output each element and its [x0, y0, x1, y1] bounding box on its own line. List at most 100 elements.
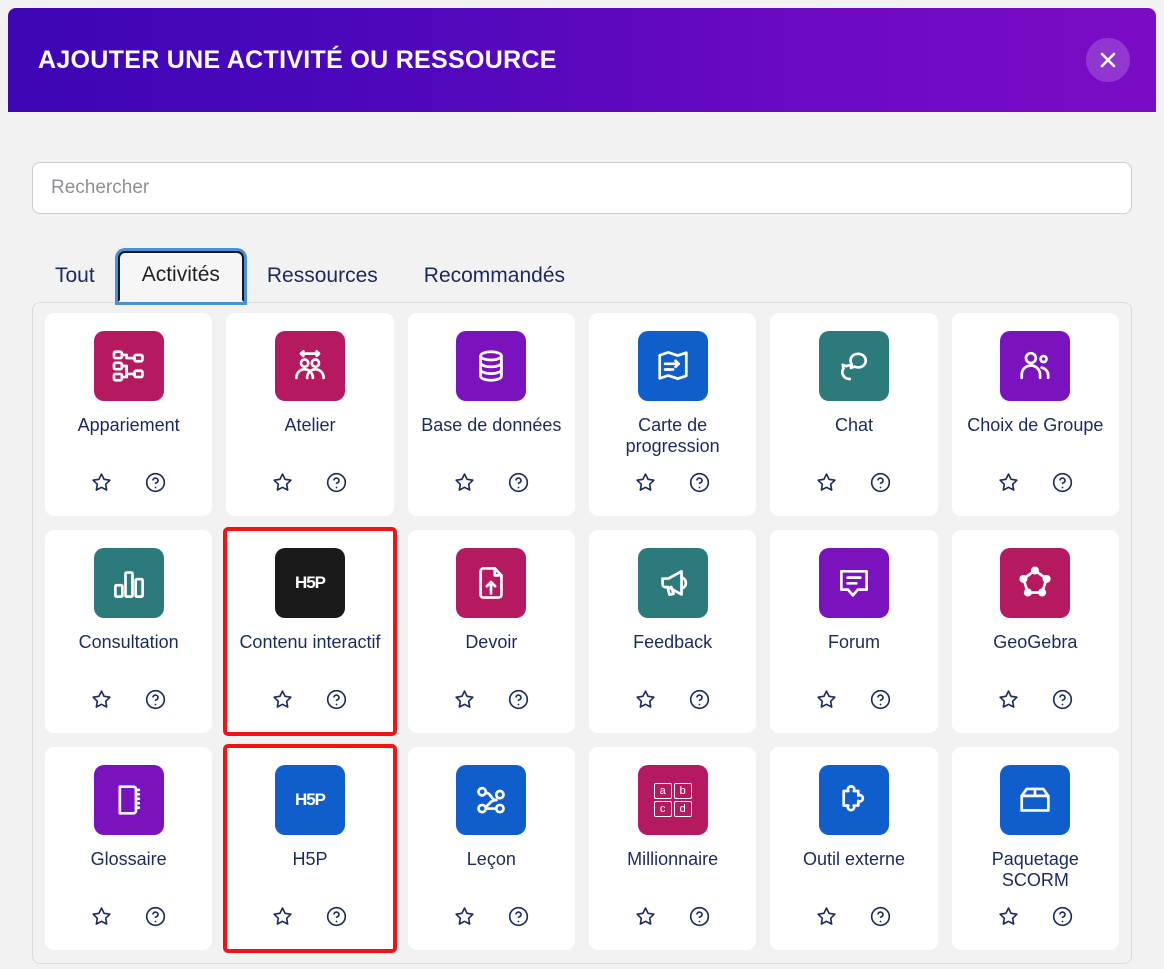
- workshop-people-icon: [274, 331, 345, 401]
- question-circle-icon[interactable]: [688, 904, 712, 928]
- star-outline-icon[interactable]: [90, 470, 114, 494]
- star-outline-icon[interactable]: [634, 904, 658, 928]
- activity-card-label: Chat: [834, 415, 873, 435]
- activity-card[interactable]: Base de données: [407, 313, 575, 516]
- search-container: [16, 112, 1148, 214]
- question-circle-icon[interactable]: [506, 904, 530, 928]
- question-circle-icon[interactable]: [1050, 904, 1074, 928]
- lesson-path-icon: [456, 765, 527, 835]
- close-icon[interactable]: [1086, 38, 1130, 82]
- search-input[interactable]: [32, 162, 1132, 214]
- question-circle-icon[interactable]: [1050, 470, 1074, 494]
- activity-card[interactable]: H5P H5P: [223, 744, 397, 953]
- question-circle-icon[interactable]: [869, 687, 893, 711]
- card-actions: [90, 470, 168, 494]
- card-actions: [452, 687, 530, 711]
- activity-card[interactable]: Atelier: [226, 313, 394, 516]
- tab-ressources[interactable]: Ressources: [244, 253, 401, 302]
- pentagon-nodes-icon: [1000, 548, 1071, 618]
- activity-card-label: Consultation: [78, 632, 179, 652]
- activity-card-label: Base de données: [421, 415, 562, 435]
- activity-card[interactable]: Devoir: [407, 530, 575, 733]
- question-circle-icon[interactable]: [1050, 687, 1074, 711]
- star-outline-icon[interactable]: [996, 904, 1020, 928]
- assignment-upload-icon: [456, 548, 527, 618]
- activity-card[interactable]: GeoGebra: [951, 530, 1119, 733]
- star-outline-icon[interactable]: [271, 687, 295, 711]
- h5p-wordmark: H5P: [294, 573, 326, 592]
- card-actions: [90, 904, 168, 928]
- bar-chart-icon: [93, 548, 164, 618]
- activity-card[interactable]: Leçon: [407, 747, 575, 950]
- activity-card[interactable]: Appariement: [45, 313, 213, 516]
- activity-card-label: Appariement: [77, 415, 180, 435]
- star-outline-icon[interactable]: [90, 904, 114, 928]
- activity-card-label: H5P: [292, 849, 328, 869]
- star-outline-icon[interactable]: [271, 470, 295, 494]
- card-actions: [271, 904, 349, 928]
- card-actions: [815, 904, 893, 928]
- activity-card-label: Forum: [827, 632, 880, 652]
- card-actions: [452, 470, 530, 494]
- card-actions: [634, 904, 712, 928]
- question-circle-icon[interactable]: [506, 470, 530, 494]
- star-outline-icon[interactable]: [90, 687, 114, 711]
- activity-card-label: Feedback: [633, 632, 713, 652]
- card-actions: [996, 470, 1074, 494]
- card-actions: [452, 904, 530, 928]
- card-actions: [996, 904, 1074, 928]
- activity-card[interactable]: Paquetage SCORM: [951, 747, 1119, 950]
- question-circle-icon[interactable]: [869, 470, 893, 494]
- card-actions: [996, 687, 1074, 711]
- question-circle-icon[interactable]: [325, 687, 349, 711]
- activity-card[interactable]: Carte de progression: [588, 313, 757, 516]
- star-outline-icon[interactable]: [452, 687, 476, 711]
- abcd-cell: a: [653, 783, 672, 799]
- chat-bubbles-icon: [818, 331, 889, 401]
- star-outline-icon[interactable]: [815, 470, 839, 494]
- tab-activit-s[interactable]: Activités: [117, 250, 244, 302]
- activity-card[interactable]: Forum: [770, 530, 938, 733]
- question-circle-icon[interactable]: [325, 904, 349, 928]
- star-outline-icon[interactable]: [452, 470, 476, 494]
- card-actions: [634, 687, 712, 711]
- abcd-cell: c: [653, 801, 672, 817]
- question-circle-icon[interactable]: [869, 904, 893, 928]
- star-outline-icon[interactable]: [815, 904, 839, 928]
- star-outline-icon[interactable]: [634, 470, 658, 494]
- star-outline-icon[interactable]: [452, 904, 476, 928]
- activity-card-label: Devoir: [465, 632, 518, 652]
- activity-card[interactable]: Choix de Groupe: [951, 313, 1119, 516]
- activity-card[interactable]: Chat: [770, 313, 938, 516]
- activity-card[interactable]: a b c d Millionnaire: [588, 747, 757, 950]
- activity-grid-panel: Appariement Atelier Base de données Carte d…: [32, 302, 1132, 964]
- activity-card[interactable]: Consultation: [45, 530, 213, 733]
- activity-card[interactable]: Outil externe: [770, 747, 938, 950]
- activity-card-label: GeoGebra: [993, 632, 1078, 652]
- star-outline-icon[interactable]: [996, 470, 1020, 494]
- star-outline-icon[interactable]: [271, 904, 295, 928]
- forum-speech-icon: [818, 548, 889, 618]
- activity-card[interactable]: Feedback: [588, 530, 757, 733]
- star-outline-icon[interactable]: [634, 687, 658, 711]
- tab-recommand-s[interactable]: Recommandés: [401, 253, 588, 302]
- tab-tout[interactable]: Tout: [32, 253, 118, 302]
- question-circle-icon[interactable]: [144, 904, 168, 928]
- activity-card[interactable]: Glossaire: [45, 747, 213, 950]
- question-circle-icon[interactable]: [144, 470, 168, 494]
- group-choice-icon: [1000, 331, 1071, 401]
- star-outline-icon[interactable]: [996, 687, 1020, 711]
- question-circle-icon[interactable]: [506, 687, 530, 711]
- question-circle-icon[interactable]: [144, 687, 168, 711]
- card-actions: [815, 470, 893, 494]
- star-outline-icon[interactable]: [815, 687, 839, 711]
- question-circle-icon[interactable]: [688, 687, 712, 711]
- activity-grid: Appariement Atelier Base de données Carte d…: [45, 313, 1119, 953]
- abcd-cells: abcd: [653, 783, 692, 817]
- activity-card[interactable]: H5P Contenu interactif: [223, 527, 397, 736]
- map-flag-icon: [637, 331, 708, 401]
- question-circle-icon[interactable]: [688, 470, 712, 494]
- question-circle-icon[interactable]: [325, 470, 349, 494]
- activity-card-label: Paquetage SCORM: [991, 849, 1079, 891]
- activity-card-label: Leçon: [466, 849, 516, 869]
